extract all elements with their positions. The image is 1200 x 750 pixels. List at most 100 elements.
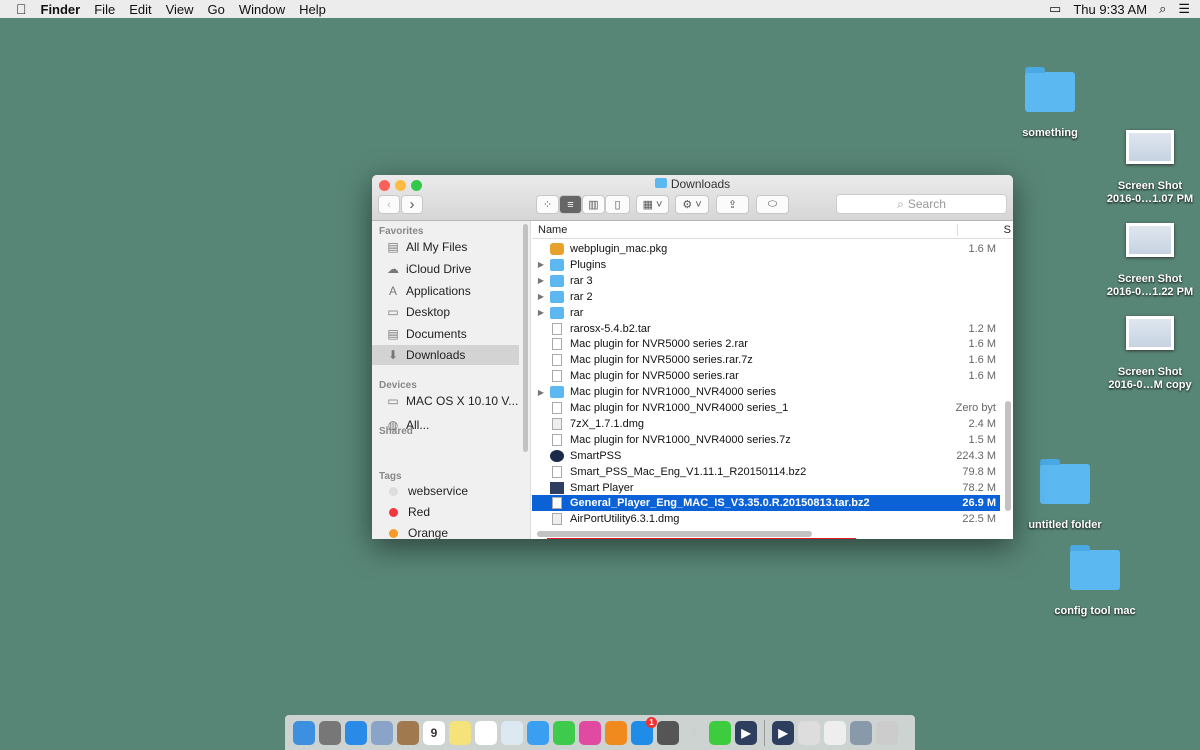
file-name: rar 2 (570, 290, 593, 303)
vertical-scrollbar[interactable] (1005, 401, 1011, 511)
share-button[interactable]: ⇪ (716, 195, 749, 214)
desktop-item-0[interactable]: something (1000, 67, 1100, 140)
apple-menu-icon[interactable]:  (16, 1, 27, 17)
dock-unknown[interactable]: ? (683, 721, 705, 745)
menu-finder[interactable]: Finder (41, 2, 81, 17)
dock-facetime[interactable] (553, 720, 575, 745)
desktop-item-1[interactable]: Screen Shot 2016-0…1.07 PM (1100, 130, 1200, 206)
file-size: 78.2 M (962, 481, 996, 494)
icon-view-button[interactable]: ⁘ (536, 195, 559, 214)
clock[interactable]: Thu 9:33 AM (1073, 2, 1147, 17)
menu-go[interactable]: Go (208, 2, 225, 17)
dock-reminders[interactable] (475, 720, 497, 745)
action-gear-button[interactable]: ⚙ ˅ (675, 195, 709, 214)
dock-itunes[interactable] (579, 720, 601, 745)
menu-help[interactable]: Help (299, 2, 326, 17)
name-column-header[interactable]: Name (532, 223, 958, 236)
notification-center-icon[interactable]: ☰ (1178, 1, 1190, 17)
menu-window[interactable]: Window (239, 2, 285, 17)
file-name: webplugin_mac.pkg (570, 243, 668, 255)
file-row[interactable]: Mac plugin for NVR1000_NVR4000 series.7z… (532, 432, 1000, 448)
file-row[interactable]: General_Player_Eng_MAC_IS_V3.35.0.R.2015… (532, 495, 1000, 512)
dock-ibooks[interactable] (605, 720, 627, 745)
dock-smart-player[interactable] (709, 720, 731, 745)
dock-trash-icon[interactable] (876, 720, 898, 745)
horizontal-scrollbar[interactable] (537, 531, 812, 537)
file-row[interactable]: ▶ Mac plugin for NVR1000_NVR4000 series (532, 384, 1000, 400)
sidebar-scrollbar[interactable] (523, 224, 528, 452)
dock-system-preferences[interactable] (657, 720, 679, 745)
file-row[interactable]: 7zX_1.7.1.dmg 2.4 M (532, 416, 1000, 432)
file-row[interactable]: ▶ rar 2 (532, 289, 1000, 305)
file-row[interactable]: ▶ rar (532, 305, 1000, 321)
dock-calendar[interactable]: 9 (423, 720, 445, 745)
sidebar-item-all-my-files[interactable]: ▤ All My Files (372, 237, 519, 257)
dock-messages[interactable] (527, 720, 549, 745)
spotlight-icon[interactable]: ⌕ (1159, 1, 1166, 17)
tags-button[interactable]: ⬭ (756, 195, 789, 214)
column-view-button[interactable]: ▥ (582, 195, 605, 214)
search-input[interactable]: ⌕ Search (836, 194, 1007, 214)
file-row[interactable]: Mac plugin for NVR5000 series.rar 1.6 M (532, 368, 1000, 384)
sidebar-item-orange[interactable]: Orange (372, 523, 519, 539)
sidebar-item-desktop[interactable]: ▭ Desktop (372, 302, 519, 322)
dock-finder[interactable] (293, 720, 315, 745)
sidebar-item-all-[interactable]: ◍ All... (372, 415, 519, 435)
file-name: Mac plugin for NVR1000_NVR4000 series_1 (570, 402, 789, 414)
file-row[interactable]: Mac plugin for NVR5000 series 2.rar 1.6 M (532, 336, 1000, 352)
arrange-button[interactable]: ▦ ˅ (636, 195, 669, 214)
forward-button[interactable]: › (401, 195, 423, 214)
desktop-item-2[interactable]: Screen Shot 2016-0…1.22 PM (1100, 223, 1200, 299)
disclosure-triangle-icon: ▶ (537, 276, 545, 286)
file-row[interactable]: rarosx-5.4.b2.tar 1.2 M (532, 321, 1000, 337)
desktop-item-5[interactable]: config tool mac (1045, 545, 1145, 618)
dock-notes[interactable] (449, 720, 471, 745)
desktop-item-4[interactable]: untitled folder (1015, 459, 1115, 532)
dock-launchpad[interactable] (319, 720, 341, 745)
sidebar-item-applications[interactable]: A Applications (372, 281, 519, 301)
sidebar-item-icloud-drive[interactable]: ☁ iCloud Drive (372, 259, 519, 279)
file-row[interactable]: Mac plugin for NVR1000_NVR4000 series_1 Z… (532, 400, 1000, 416)
file-name: Smart_PSS_Mac_Eng_V1.11.1_R20150114.bz2 (570, 465, 807, 478)
file-row[interactable]: Smart Player 78.2 M (532, 480, 1000, 496)
folder-file-icon (550, 306, 564, 319)
sidebar-item-mac-os-x-10-10-v-[interactable]: ▭ MAC OS X 10.10 V... (372, 391, 519, 411)
menu-view[interactable]: View (166, 2, 194, 17)
dock-photos[interactable] (501, 720, 523, 745)
menu-edit[interactable]: Edit (129, 2, 151, 17)
search-placeholder: Search (907, 197, 946, 211)
list-view-button[interactable]: ≡ (559, 195, 582, 214)
size-column-header[interactable]: S (958, 224, 1013, 236)
cover-flow-button[interactable]: ▯ (605, 195, 630, 214)
file-row[interactable]: SmartPSS 224.3 M (532, 448, 1000, 464)
file-row[interactable]: ▶ rar 3 (532, 273, 1000, 289)
menu-file[interactable]: File (94, 2, 115, 17)
file-row[interactable]: ▶ Plugins (532, 257, 1000, 273)
dock-player[interactable]: ▶ (735, 720, 757, 745)
desktop-item-3[interactable]: Screen Shot 2016-0…M copy (1100, 316, 1200, 392)
file-row[interactable]: Mac plugin for NVR5000 series.rar.7z 1.6 … (532, 352, 1000, 368)
dock-contacts[interactable] (397, 720, 419, 745)
dock-document-window[interactable] (798, 720, 820, 745)
desktop-item-label: Screen Shot 2016-0…M copy (1108, 366, 1192, 391)
sidebar-item-documents[interactable]: ▤ Documents (372, 324, 519, 344)
dmg-file-icon (552, 513, 562, 526)
dock-safari[interactable] (345, 720, 367, 745)
dock-mail[interactable] (371, 720, 393, 745)
file-name: Mac plugin for NVR5000 series 2.rar (570, 338, 748, 351)
dock-player-window[interactable]: ▶ (772, 720, 794, 745)
file-size: 2.4 M (968, 417, 996, 430)
file-row[interactable]: webplugin_mac.pkg 1.6 M (532, 241, 1000, 257)
dock-screenshot-window[interactable] (824, 720, 846, 745)
sidebar-item-downloads[interactable]: ⬇ Downloads (372, 345, 519, 365)
file-row[interactable]: AirPortUtility6.3.1.dmg 22.5 M (532, 511, 1000, 527)
finder-window: Downloads ‹ › ⁘ ≡ ▥ ▯ ▦ ˅ ⚙ ˅ ⇪ ⬭ ⌕ Searc… (372, 175, 1013, 539)
file-name: AirPortUtility6.3.1.dmg (570, 513, 680, 526)
file-row[interactable]: Smart_PSS_Mac_Eng_V1.11.1_R20150114.bz2 7… (532, 464, 1000, 480)
dock-desktop-window[interactable] (850, 720, 872, 745)
airplay-icon[interactable]: ▭ (1049, 1, 1061, 17)
back-button[interactable]: ‹ (378, 195, 400, 214)
sidebar-item-red[interactable]: Red (372, 502, 519, 522)
dock-app-store[interactable]: 1 (631, 716, 657, 745)
sidebar-item-webservice[interactable]: webservice (372, 481, 519, 501)
